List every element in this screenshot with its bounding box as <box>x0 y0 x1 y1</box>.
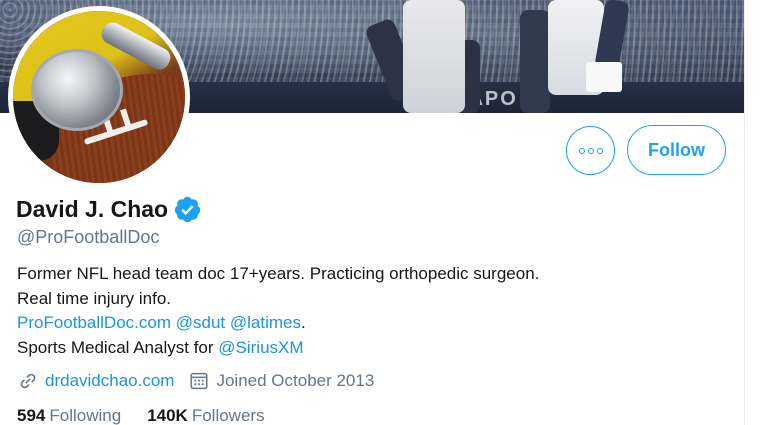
profile-website: drdavidchao.com <box>17 370 174 392</box>
dot <box>596 147 603 154</box>
profile-website-link[interactable]: drdavidchao.com <box>45 371 174 391</box>
dot <box>578 147 585 154</box>
bio-line: Real time injury info. <box>17 288 172 308</box>
verified-badge-icon <box>174 196 201 223</box>
banner-figure <box>403 0 465 113</box>
bio-punctuation: . <box>300 313 306 332</box>
column-divider <box>744 0 745 425</box>
more-options-icon <box>578 147 603 154</box>
followers-count: 140K <box>147 406 188 425</box>
followers-label: Followers <box>191 406 265 425</box>
calendar-icon <box>190 372 208 390</box>
bio-link-website[interactable]: ProFootballDoc.com <box>17 313 171 332</box>
avatar[interactable] <box>8 6 190 188</box>
profile-page: NAPO Follow David J. Chao @ProFootballDo… <box>0 0 775 425</box>
link-icon <box>20 373 36 389</box>
bio-links-line: ProFootballDoc.com @sdut @latimes. <box>17 311 737 336</box>
profile-name-row: David J. Chao <box>16 195 202 224</box>
bio-line: Former NFL head team doc 17+years. Pract… <box>17 264 540 283</box>
bio-mention-siriusxm[interactable]: @SiriusXM <box>218 338 303 357</box>
following-count: 594 <box>17 406 46 425</box>
following-stat[interactable]: 594 Following <box>17 406 121 425</box>
profile-meta: drdavidchao.com Joined October 2013 <box>17 370 374 392</box>
profile-stats: 594 Following 140K Followers <box>17 406 265 425</box>
profile-handle: @ProFootballDoc <box>17 227 160 247</box>
bio-line: Sports Medical Analyst for @SiriusXM <box>17 336 737 361</box>
profile-name: David J. Chao <box>16 196 169 222</box>
followers-stat[interactable]: 140K Followers <box>147 406 264 425</box>
bio-mention-sdut[interactable]: @sdut <box>176 313 225 332</box>
profile-bio: Former NFL head team doc 17+years. Pract… <box>17 262 737 360</box>
follow-button[interactable]: Follow <box>627 125 726 175</box>
avatar-stethoscope-head <box>31 49 123 131</box>
joined-date: Joined October 2013 <box>216 371 375 390</box>
banner-figure <box>586 62 622 92</box>
bio-text: Sports Medical Analyst for <box>17 337 219 357</box>
dot <box>587 147 594 154</box>
more-options-button[interactable] <box>566 126 615 175</box>
following-label: Following <box>49 406 122 425</box>
bio-mention-latimes[interactable]: @latimes <box>230 313 301 332</box>
banner-figure <box>520 10 550 113</box>
profile-joined: Joined October 2013 <box>188 370 374 392</box>
